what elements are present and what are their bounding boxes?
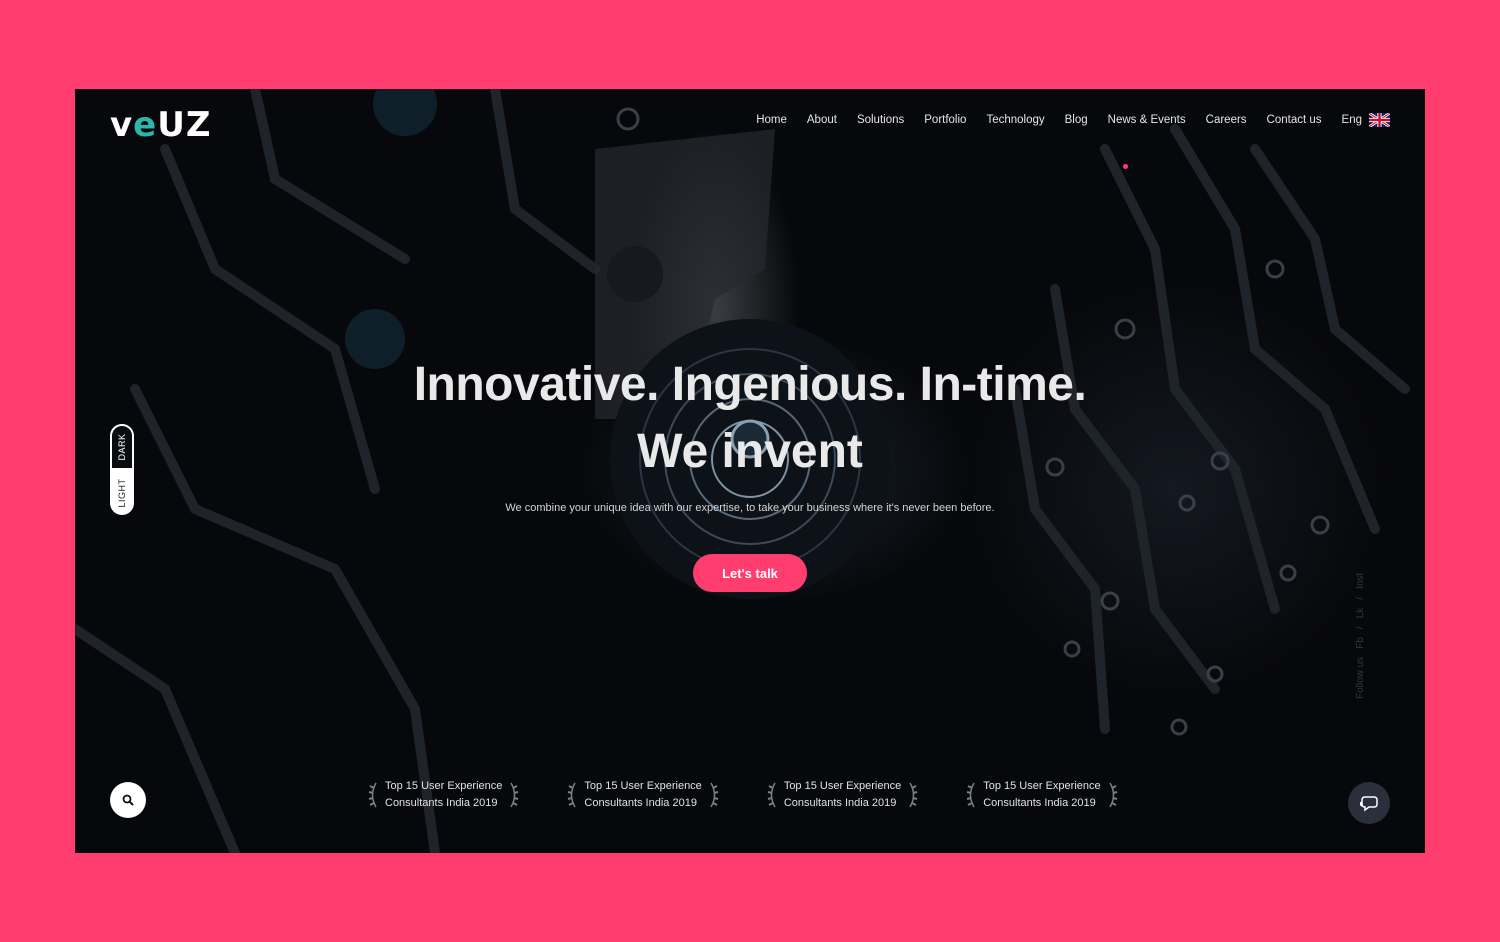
award-item: Top 15 User Experience Consultants India … (367, 778, 520, 812)
nav-contact-us[interactable]: Contact us (1267, 114, 1322, 126)
nav-about[interactable]: About (807, 114, 837, 126)
laurel-right-icon (909, 782, 918, 808)
award-item: Top 15 User Experience Consultants India … (566, 778, 719, 812)
search-icon (122, 794, 134, 806)
laurel-right-icon (710, 782, 719, 808)
search-button[interactable] (110, 782, 146, 818)
veuz-logo[interactable]: veUZ (110, 105, 212, 145)
chat-icon (1359, 796, 1378, 812)
nav-active-indicator (1123, 164, 1128, 169)
award-line-2: Consultants India 2019 (385, 797, 498, 809)
laurel-right-icon (1108, 782, 1117, 808)
social-separator: / (1355, 596, 1366, 600)
laurel-left-icon (568, 782, 577, 808)
follow-us-label: Follow us (1355, 656, 1366, 699)
laurel-left-icon (767, 782, 776, 808)
hero-headline-secondary: We invent (637, 425, 863, 478)
hero-headline: Innovative. Ingenious. In-time. (413, 358, 1087, 411)
nav-home[interactable]: Home (756, 114, 787, 126)
award-line-1: Top 15 User Experience (584, 780, 702, 792)
award-item: Top 15 User Experience Consultants India … (965, 778, 1118, 812)
award-line-2: Consultants India 2019 (584, 797, 697, 809)
social-facebook[interactable]: Fb (1355, 637, 1366, 649)
nav-blog[interactable]: Blog (1065, 114, 1088, 126)
hero-subtitle: We combine your unique idea with our exp… (505, 502, 995, 514)
browser-viewport: veUZ Home About Solutions Portfolio Tech… (75, 89, 1425, 853)
nav-news-events[interactable]: News & Events (1108, 114, 1186, 126)
award-line-1: Top 15 User Experience (983, 780, 1101, 792)
laurel-left-icon (966, 782, 975, 808)
laurel-right-icon (510, 782, 519, 808)
nav-careers[interactable]: Careers (1206, 114, 1247, 126)
social-instagram[interactable]: Inst (1355, 573, 1366, 589)
award-line-2: Consultants India 2019 (783, 797, 897, 809)
lets-talk-button[interactable]: Let's talk (693, 554, 807, 592)
language-label: Eng (1341, 114, 1362, 126)
social-links: Follow us Fb / Lk / Inst (1355, 539, 1375, 699)
awards-row: Top 15 User Experience Consultants India … (367, 778, 1119, 812)
nav-technology[interactable]: Technology (986, 114, 1044, 126)
main-nav: Home About Solutions Portfolio Technolog… (756, 113, 1390, 127)
social-separator: / (1355, 626, 1366, 630)
award-line-2: Consultants India 2019 (983, 797, 1096, 809)
nav-solutions[interactable]: Solutions (857, 114, 904, 126)
uk-flag-icon (1369, 113, 1390, 127)
laurel-left-icon (368, 782, 377, 808)
award-line-1: Top 15 User Experience (385, 780, 503, 792)
chat-button[interactable] (1348, 782, 1390, 824)
award-item: Top 15 User Experience Consultants India … (766, 778, 919, 812)
award-line-1: Top 15 User Experience (783, 780, 902, 792)
nav-portfolio[interactable]: Portfolio (924, 114, 966, 126)
language-selector[interactable]: Eng (1342, 113, 1390, 127)
social-linkedin[interactable]: Lk (1355, 608, 1366, 619)
